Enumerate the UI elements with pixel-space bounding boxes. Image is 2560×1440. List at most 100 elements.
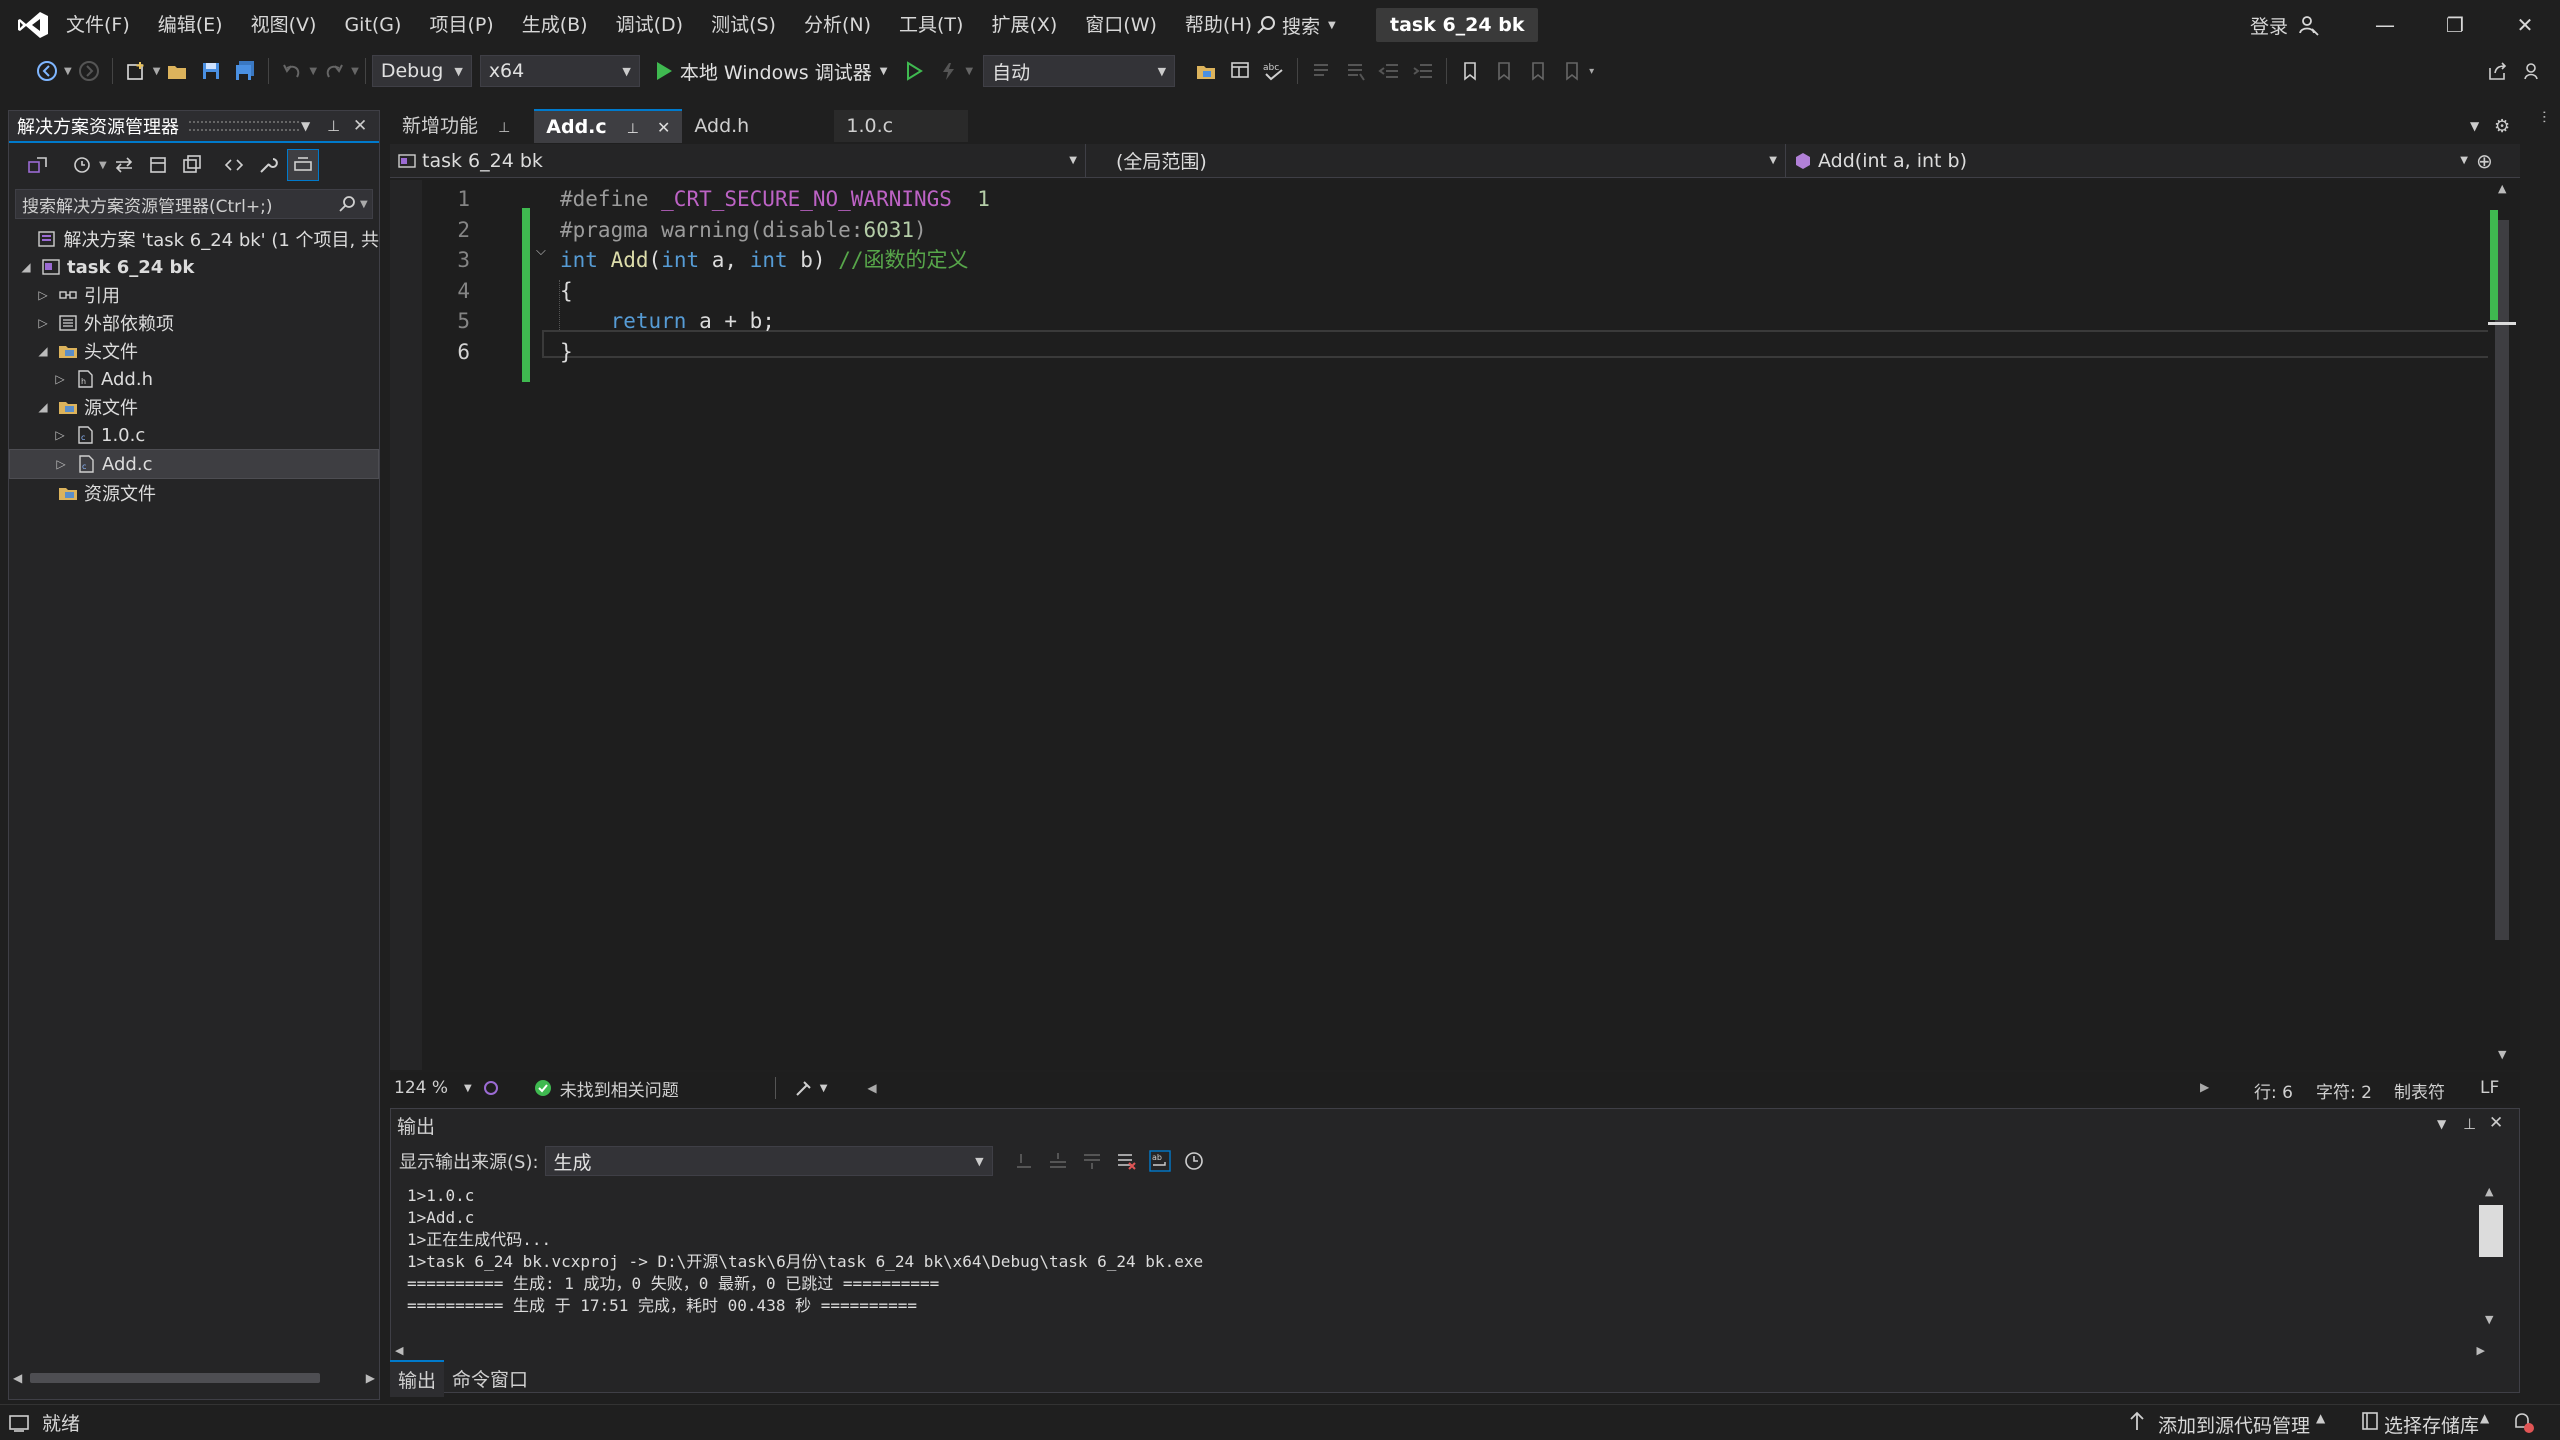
member-dropdown[interactable]: Add(int a, int b) ▼ [1786,144,2476,178]
visual-studio-logo-icon[interactable] [16,10,50,40]
project-dropdown[interactable]: task 6_24 bk ▼ [390,143,1086,178]
switch-views-icon[interactable] [23,150,53,180]
restore-button[interactable]: ❐ [2420,0,2490,50]
issues-status[interactable]: 未找到相关问题 [560,1076,679,1101]
sign-in-link[interactable]: 登录 [2250,12,2288,39]
properties-wrench-icon[interactable] [253,150,283,180]
tree-item[interactable]: 解决方案 'task 6_24 bk' (1 个项目, 共 [9,225,379,253]
minimize-button[interactable]: — [2350,0,2420,50]
copilot-icon[interactable] [482,1079,500,1097]
select-repository-button[interactable]: 选择存储库 [2384,1411,2479,1438]
scroll-down-icon[interactable]: ▼ [2485,1313,2493,1326]
close-panel-icon[interactable]: ✕ [353,116,367,136]
tree-item[interactable]: ◢ task 6_24 bk [9,253,379,281]
zoom-level[interactable]: 124 % [394,1078,448,1098]
code-line[interactable]: 2 #pragma warning(disable:6031) [390,215,2480,246]
scroll-right-icon[interactable]: ▶ [2477,1344,2485,1357]
chevron-down-icon[interactable]: ▼ [153,66,161,77]
start-without-debugging-icon[interactable] [899,56,929,86]
scroll-thumb[interactable] [2479,1205,2503,1257]
code-line[interactable]: 4{ [390,276,2480,307]
code-line[interactable]: 3 int Add(int a, int b) //函数的定义 [390,245,2480,276]
tree-item[interactable]: 资源文件 [9,479,379,507]
open-file-icon[interactable] [162,56,192,86]
menu-item[interactable]: 调试(D) [602,0,697,50]
refresh-icon[interactable] [143,150,173,180]
tab-output[interactable]: 输出 [390,1359,445,1397]
next-message-icon[interactable] [1077,1146,1107,1176]
tree-item[interactable]: ▷ 外部依赖项 [9,309,379,337]
collapse-arrow-icon[interactable]: ◢ [32,344,54,358]
chevron-down-icon[interactable]: ▼ [99,160,107,171]
scope-dropdown[interactable]: (全局范围) ▼ [1086,143,1786,178]
scroll-thumb[interactable] [30,1373,321,1383]
menu-item[interactable]: 帮助(H) [1171,0,1266,50]
tab-list-dropdown-icon[interactable]: ▼ [2470,119,2479,133]
expand-arrow-icon[interactable]: ▷ [49,428,71,442]
menu-item[interactable]: 工具(T) [885,0,977,50]
solution-search-input[interactable]: 搜索解决方案资源管理器(Ctrl+;) ▼ [15,189,373,219]
undo-icon[interactable] [277,56,307,86]
output-text[interactable]: 1>1.0.c 1>Add.c 1>正在生成代码... 1>task 6_24 bk.… [407,1185,2467,1317]
sync-active-document-icon[interactable] [109,150,139,180]
split-editor-icon[interactable]: ⊕ [2476,149,2493,173]
clear-bookmarks-icon[interactable] [1557,56,1587,86]
configuration-select[interactable]: Debug ▼ [371,55,472,87]
menu-item[interactable]: 扩展(X) [977,0,1071,50]
chevron-down-icon[interactable]: ▼ [820,1083,828,1094]
redo-icon[interactable] [319,56,349,86]
scroll-left-icon[interactable]: ◀ [395,1344,403,1357]
output-source-select[interactable]: 生成 ▼ [544,1146,993,1176]
indent-icon[interactable] [1408,56,1438,86]
code-editor[interactable]: ⌵ 1 #define _CRT_SECURE_NO_WARNINGS 1 2 #pr… [390,180,2520,1070]
solution-folder-icon[interactable] [1191,56,1221,86]
gear-icon[interactable]: ⚙ [2494,116,2510,137]
tab-1-0-c[interactable]: 1.0.c [834,110,969,142]
notifications-bell-icon[interactable] [2510,1410,2534,1434]
platform-select[interactable]: x64 ▼ [479,55,640,87]
menu-item[interactable]: 窗口(W) [1071,0,1171,50]
pin-icon[interactable]: ⊥ [327,117,340,135]
chevron-up-icon[interactable]: ▲ [2316,1411,2325,1425]
chevron-up-icon[interactable]: ▲ [2480,1411,2489,1425]
menu-item[interactable]: 文件(F) [52,0,144,50]
expand-arrow-icon[interactable]: ▷ [32,316,54,330]
column-status[interactable]: 字符: 2 [2316,1078,2372,1103]
close-window-button[interactable]: ✕ [2490,0,2560,50]
code-cleanup-icon[interactable] [794,1079,816,1097]
bookmark-icon[interactable] [1455,56,1485,86]
panel-options-icon[interactable]: ▼ [2437,1117,2446,1131]
tree-item[interactable]: ▷ h Add.h [9,365,379,393]
panel-options-icon[interactable]: ▼ [301,119,310,133]
line-ending-status[interactable]: LF [2480,1078,2499,1098]
output-window-icon[interactable] [8,1413,30,1433]
save-icon[interactable] [196,56,226,86]
collapse-arrow-icon[interactable]: ◢ [15,260,37,274]
start-debugging-button[interactable]: 本地 Windows 调试器 ▼ [654,58,887,85]
menu-item[interactable]: 分析(N) [790,0,885,50]
close-panel-icon[interactable]: ✕ [2489,1113,2503,1133]
editor-vertical-scrollbar[interactable]: ▲ ▼ [2488,180,2520,1070]
previous-message-icon[interactable] [1043,1146,1073,1176]
close-tab-icon[interactable]: ✕ [657,118,670,137]
scroll-down-icon[interactable]: ▼ [2498,1048,2506,1061]
menu-item[interactable]: Git(G) [330,0,415,50]
stack-mode-select[interactable]: 自动 ▼ [983,55,1176,87]
expand-arrow-icon[interactable]: ▷ [50,457,72,471]
scroll-left-icon[interactable]: ◀ [867,1081,876,1095]
collapse-arrow-icon[interactable]: ◢ [32,400,54,414]
window-layout-icon[interactable] [1225,56,1255,86]
scroll-left-icon[interactable]: ◀ [13,1371,22,1385]
code-line[interactable]: 6} [390,337,2480,368]
new-project-icon[interactable] [121,56,151,86]
menu-item[interactable]: 测试(S) [697,0,790,50]
scroll-thumb[interactable] [2495,220,2509,940]
tree-item[interactable]: ◢ 源文件 [9,393,379,421]
pin-icon[interactable]: ⊥ [2463,1115,2476,1133]
chevron-down-icon[interactable]: ▼ [360,199,368,210]
outdent-icon[interactable] [1374,56,1404,86]
hot-reload-icon[interactable] [933,56,963,86]
line-number-status[interactable]: 行: 6 [2254,1078,2293,1103]
menu-item[interactable]: 项目(P) [415,0,507,50]
pin-icon[interactable]: ⊥ [498,120,510,136]
